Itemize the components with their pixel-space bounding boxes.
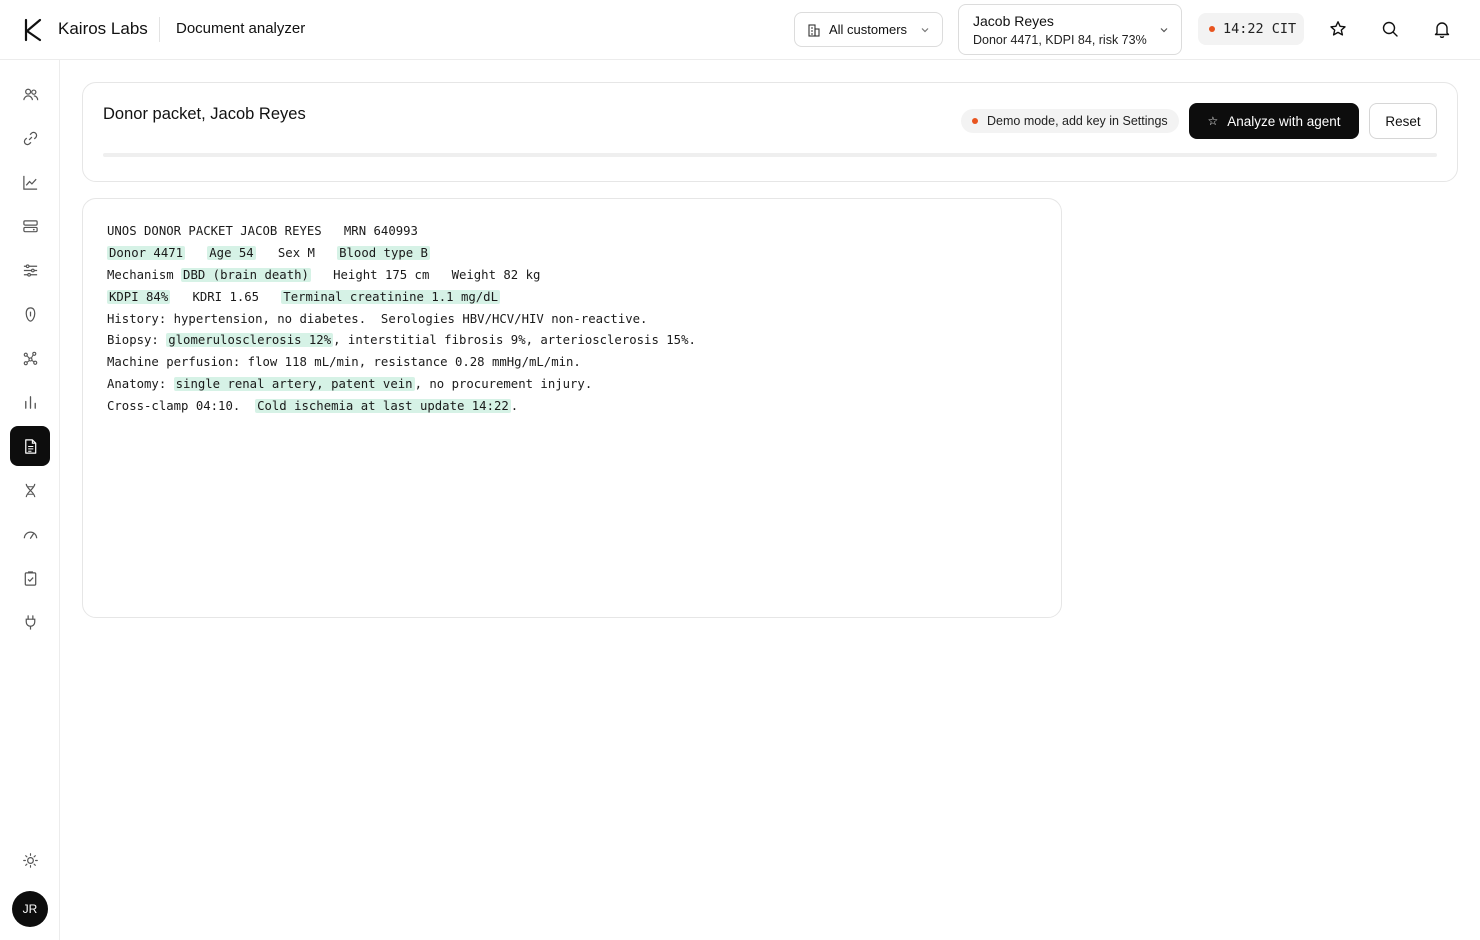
document-text-segment: Sex M [255, 245, 338, 260]
extracted-entity[interactable]: Cold ischemia at last update 14:22 [255, 399, 511, 414]
avatar[interactable]: JR [12, 891, 48, 927]
document-text-segment [185, 246, 207, 260]
packet-header-card: Donor packet, Jacob Reyes Demo mode, add… [82, 82, 1458, 182]
sidebar-item-settings-sliders[interactable] [10, 250, 50, 290]
document-text-segment: . [510, 399, 519, 414]
document-line: Biopsy: glomerulosclerosis 12%, intersti… [107, 330, 696, 352]
status-dot [972, 118, 978, 124]
clipboard-check-icon [24, 570, 36, 586]
document-line: Cross-clamp 04:10. Cold ischemia at last… [107, 396, 696, 418]
link-icon [23, 131, 37, 145]
demo-mode-badge: Demo mode, add key in Settings [961, 109, 1179, 133]
document-line: Machine perfusion: flow 118 mL/min, resi… [107, 352, 696, 374]
document-text-segment: UNOS DONOR PACKET JACOB REYES MRN 640993 [107, 224, 418, 238]
patient-name: Jacob Reyes [973, 13, 1054, 29]
sidebar-item-organs[interactable] [10, 294, 50, 334]
document-text-segment: History: hypertension, no diabetes. Sero… [107, 311, 648, 326]
brand-name: Kairos Labs [58, 19, 148, 38]
reset-button[interactable]: Reset [1369, 103, 1437, 139]
document-line: Donor 4471 Age 54 Sex M Blood type B [107, 243, 696, 265]
extracted-entity[interactable]: Age 54 [207, 245, 256, 260]
sun-icon [22, 852, 38, 868]
clock-text: 14:22 CIT [1223, 21, 1297, 37]
sidebar-item-trends[interactable] [10, 162, 50, 202]
cold-ischemia-clock: 14:22 CIT [1198, 13, 1304, 45]
plug-icon [25, 614, 35, 630]
document-text-segment: Cross-clamp 04:10. [107, 399, 256, 414]
document-text: UNOS DONOR PACKET JACOB REYES MRN 640993… [107, 221, 696, 418]
document-text-segment: Biopsy: [107, 333, 167, 348]
sidebar: JR [0, 60, 60, 940]
users-icon [22, 88, 38, 100]
top-bar: Kairos Labs Document analyzer All custom… [0, 0, 1480, 60]
chevron-down-icon [1160, 28, 1168, 33]
sidebar-item-users[interactable] [10, 74, 50, 114]
analyze-with-agent-button[interactable]: ☆ Analyze with agent [1189, 103, 1359, 139]
sidebar-item-links[interactable] [10, 118, 50, 158]
extracted-entity[interactable]: glomerulosclerosis 12% [166, 333, 334, 348]
server-icon [22, 219, 38, 232]
theme-toggle[interactable] [10, 840, 50, 880]
sidebar-item-servers[interactable] [10, 206, 50, 246]
bell-icon[interactable] [1432, 19, 1452, 39]
document-text-segment: Height 175 cm Weight 82 kg [310, 267, 541, 282]
sidebar-item-network[interactable] [10, 338, 50, 378]
packet-title: Donor packet, Jacob Reyes [103, 105, 306, 123]
star-icon[interactable] [1328, 19, 1348, 39]
sliders-icon [23, 263, 37, 277]
document-line: UNOS DONOR PACKET JACOB REYES MRN 640993 [107, 221, 696, 243]
customer-filter-label: All customers [829, 22, 908, 37]
extracted-entity[interactable]: Donor 4471 [107, 245, 186, 260]
dna-icon [25, 483, 35, 497]
document-line: KDPI 84% KDRI 1.65 Terminal creatinine 1… [107, 287, 696, 309]
kidney-icon [25, 306, 35, 322]
sidebar-item-tasks[interactable] [10, 558, 50, 598]
network-icon [23, 351, 37, 365]
status-dot [1209, 26, 1215, 32]
sidebar-item-genomics[interactable] [10, 470, 50, 510]
search-icon[interactable] [1380, 19, 1400, 39]
sidebar-item-integrations[interactable] [10, 602, 50, 642]
document-line: Anatomy: single renal artery, patent vei… [107, 374, 696, 396]
document-line: History: hypertension, no diabetes. Sero… [107, 309, 696, 331]
document-icon [24, 438, 36, 454]
analyze-button-label: Analyze with agent [1227, 113, 1341, 129]
extracted-entity[interactable]: single renal artery, patent vein [173, 377, 415, 392]
document-text-segment: , interstitial fibrosis 9%, arterioscler… [333, 333, 696, 348]
header-divider [159, 17, 160, 42]
star-icon: ☆ [1207, 114, 1219, 128]
customer-filter-select[interactable]: All customers [794, 12, 943, 47]
extracted-entity[interactable]: KDPI 84% [107, 289, 171, 304]
patient-select[interactable]: Jacob Reyes Donor 4471, KDPI 84, risk 73… [958, 4, 1182, 55]
gauge-icon [23, 531, 37, 539]
patient-summary: Donor 4471, KDPI 84, risk 73% [973, 33, 1147, 47]
chevron-down-icon [921, 27, 929, 32]
document-text-segment: KDRI 1.65 [170, 289, 282, 304]
sidebar-item-performance[interactable] [10, 514, 50, 554]
sidebar-item-documents[interactable] [10, 426, 50, 466]
document-text-segment: Anatomy: [107, 377, 174, 392]
page-title: Document analyzer [176, 20, 306, 37]
trend-chart-icon [22, 175, 37, 190]
bar-chart-icon [24, 395, 36, 409]
document-line: Mechanism DBD (brain death) Height 175 c… [107, 265, 696, 287]
extracted-entity[interactable]: Terminal creatinine 1.1 mg/dL [281, 289, 500, 304]
document-viewer: UNOS DONOR PACKET JACOB REYES MRN 640993… [82, 198, 1062, 618]
building-icon [808, 23, 820, 37]
extracted-entity[interactable]: DBD (brain death) [181, 267, 311, 282]
document-text-segment: Mechanism [107, 267, 182, 282]
document-text-segment: , no procurement injury. [414, 377, 593, 392]
document-text-segment: Machine perfusion: flow 118 mL/min, resi… [107, 355, 581, 370]
analysis-progress-bar [103, 153, 1437, 157]
sidebar-item-analytics[interactable] [10, 382, 50, 422]
kairos-logo-icon[interactable] [22, 18, 44, 42]
demo-mode-text: Demo mode, add key in Settings [987, 114, 1168, 128]
extracted-entity[interactable]: Blood type B [337, 245, 430, 260]
